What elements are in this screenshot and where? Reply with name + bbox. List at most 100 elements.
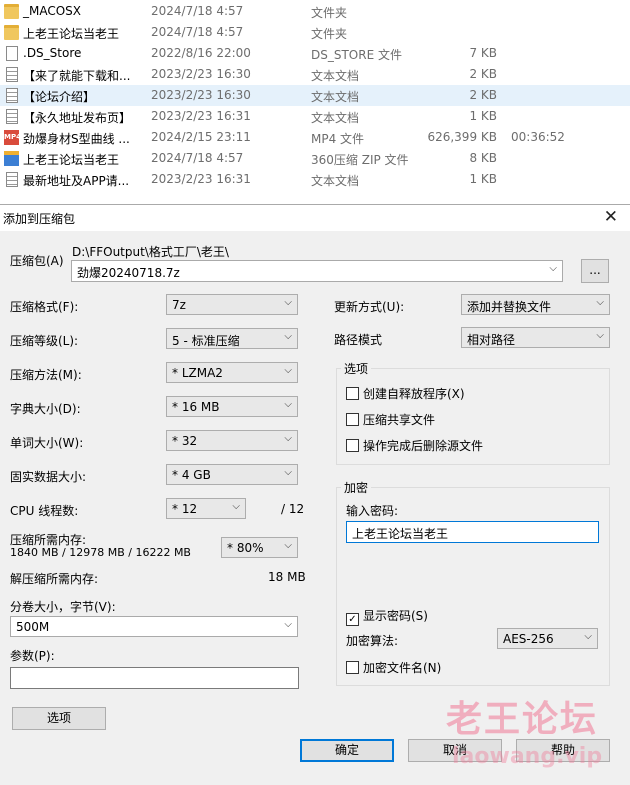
chevron-down-icon: ⌵ [284,365,292,376]
update-label: 更新方式(U): [334,300,405,314]
file-type: 文件夹 [311,27,348,41]
chevron-down-icon: ⌵ [584,631,592,642]
checkbox-box [346,439,359,452]
mem-percent-value: * 80% [227,541,264,555]
method-select[interactable]: * LZMA2 ⌵ [166,362,298,383]
mem-percent-select[interactable]: * 80% ⌵ [221,537,298,558]
level-select[interactable]: 5 - 标准压缩 ⌵ [166,328,298,349]
password-label: 输入密码: [346,504,399,518]
dict-select[interactable]: * 16 MB ⌵ [166,396,298,417]
update-select[interactable]: 添加并替换文件 ⌵ [461,294,610,315]
dict-label: 字典大小(D): [10,402,81,416]
delete-source-label: 操作完成后删除源文件 [363,439,484,453]
checkbox-box [346,387,359,400]
file-size: 7 KB [469,46,497,60]
encrypt-names-checkbox[interactable]: 加密文件名(N) [346,659,441,676]
solid-value: * 4 GB [172,468,211,482]
level-value: 5 - 标准压缩 [172,334,240,348]
file-type: 文本文档 [311,69,360,83]
file-row[interactable]: _MACOSX 2024/7/18 4:57 文件夹 [0,1,630,22]
file-row[interactable]: 【来了就能下载和... 2023/2/23 16:30 文本文档 2 KB [0,64,630,85]
txt-icon [6,172,18,187]
file-size: 2 KB [469,88,497,102]
file-name: 【永久地址发布页】 [23,111,132,125]
file-date: 2023/2/23 16:30 [151,88,251,102]
chevron-down-icon: ⌵ [549,263,557,274]
file-type: 文本文档 [311,90,360,104]
browse-button[interactable]: ... [581,259,609,283]
update-value: 添加并替换文件 [467,300,552,314]
file-name: 上老王论坛当老王 [23,27,120,41]
file-date: 2023/2/23 16:31 [151,172,251,186]
demem-label: 解压缩所需内存: [10,572,99,586]
dialog-titlebar: 添加到压缩包 ✕ [0,205,630,231]
chevron-down-icon: ⌵ [596,297,604,308]
threads-value: * 12 [172,502,198,516]
archive-name-combo[interactable]: 劲爆20240718.7z ⌵ [71,260,563,282]
chevron-down-icon: ⌵ [284,433,292,444]
file-date: 2022/8/16 22:00 [151,46,251,60]
method-value: * LZMA2 [172,366,223,380]
file-date: 2024/7/18 4:57 [151,151,244,165]
txt-icon [6,88,18,103]
watermark-url: laowang.vip [452,744,603,769]
ok-button[interactable]: 确定 [300,739,394,762]
folder-icon [4,4,19,19]
file-row[interactable]: .DS_Store 2022/8/16 22:00 DS_STORE 文件 7 KB [0,43,630,64]
path-mode-select[interactable]: 相对路径 ⌵ [461,327,610,348]
file-row[interactable]: 上老王论坛当老王 2024/7/18 4:57 360压缩 ZIP 文件 8 KB [0,148,630,169]
password-value: 上老王论坛当老王 [352,527,449,541]
close-icon[interactable]: ✕ [604,207,618,227]
sfx-checkbox[interactable]: 创建自释放程序(X) [346,385,465,402]
file-type: 文本文档 [311,111,360,125]
shared-checkbox[interactable]: 压缩共享文件 [346,411,435,428]
file-date: 2023/2/23 16:30 [151,67,251,81]
file-row[interactable]: MP4 劲爆身材S型曲线 ... 2024/2/15 23:11 MP4 文件 626,… [0,127,630,148]
format-select[interactable]: 7z ⌵ [166,294,298,315]
params-input[interactable] [10,667,299,689]
chevron-down-icon: ⌵ [284,467,292,478]
archive-path: D:\FFOutput\格式工厂\老王\ [72,245,229,259]
solid-select[interactable]: * 4 GB ⌵ [166,464,298,485]
show-password-label: 显示密码(S) [363,609,428,623]
chevron-down-icon: ⌵ [284,619,292,630]
txt-icon [6,67,18,82]
format-label: 压缩格式(F): [10,300,79,314]
enc-method-value: AES-256 [503,632,554,646]
file-type: 文本文档 [311,174,360,188]
archive-label: 压缩包(A) [10,254,64,268]
file-name: 【论坛介绍】 [23,90,96,104]
file-row[interactable]: 最新地址及APP请... 2023/2/23 16:31 文本文档 1 KB [0,169,630,190]
params-label: 参数(P): [10,649,55,663]
file-type: 360压缩 ZIP 文件 [311,153,409,167]
show-password-checkbox[interactable]: ✓ 显示密码(S) [346,607,428,626]
file-type: 文件夹 [311,6,348,20]
file-type: MP4 文件 [311,132,365,146]
watermark-title: 老王论坛 [446,699,599,740]
chevron-down-icon: ⌵ [232,501,240,512]
checkbox-box [346,661,359,674]
split-select[interactable]: 500M ⌵ [10,616,298,637]
checkbox-box [346,413,359,426]
txt-icon [6,109,18,124]
word-select[interactable]: * 32 ⌵ [166,430,298,451]
file-date: 2024/7/18 4:57 [151,25,244,39]
delete-source-checkbox[interactable]: 操作完成后删除源文件 [346,437,483,454]
password-input[interactable]: 上老王论坛当老王 [346,521,599,543]
threads-max: / 12 [281,502,305,516]
file-row[interactable]: 【永久地址发布页】 2023/2/23 16:31 文本文档 1 KB [0,106,630,127]
threads-select[interactable]: * 12 ⌵ [166,498,246,519]
file-name: 【来了就能下载和... [23,69,131,83]
path-mode-label: 路径模式 [334,333,383,347]
file-date: 2023/2/23 16:31 [151,109,251,123]
enc-method-select[interactable]: AES-256 ⌵ [497,628,598,649]
file-row[interactable]: 【论坛介绍】 2023/2/23 16:30 文本文档 2 KB [0,85,630,106]
file-size: 8 KB [469,151,497,165]
encrypt-names-label: 加密文件名(N) [363,661,442,675]
chevron-down-icon: ⌵ [284,297,292,308]
format-value: 7z [172,298,186,312]
file-row[interactable]: 上老王论坛当老王 2024/7/18 4:57 文件夹 [0,22,630,43]
options-button[interactable]: 选项 [12,707,106,730]
chevron-down-icon: ⌵ [284,399,292,410]
file-list: _MACOSX 2024/7/18 4:57 文件夹上老王论坛当老王 2024/7/1… [0,0,630,200]
